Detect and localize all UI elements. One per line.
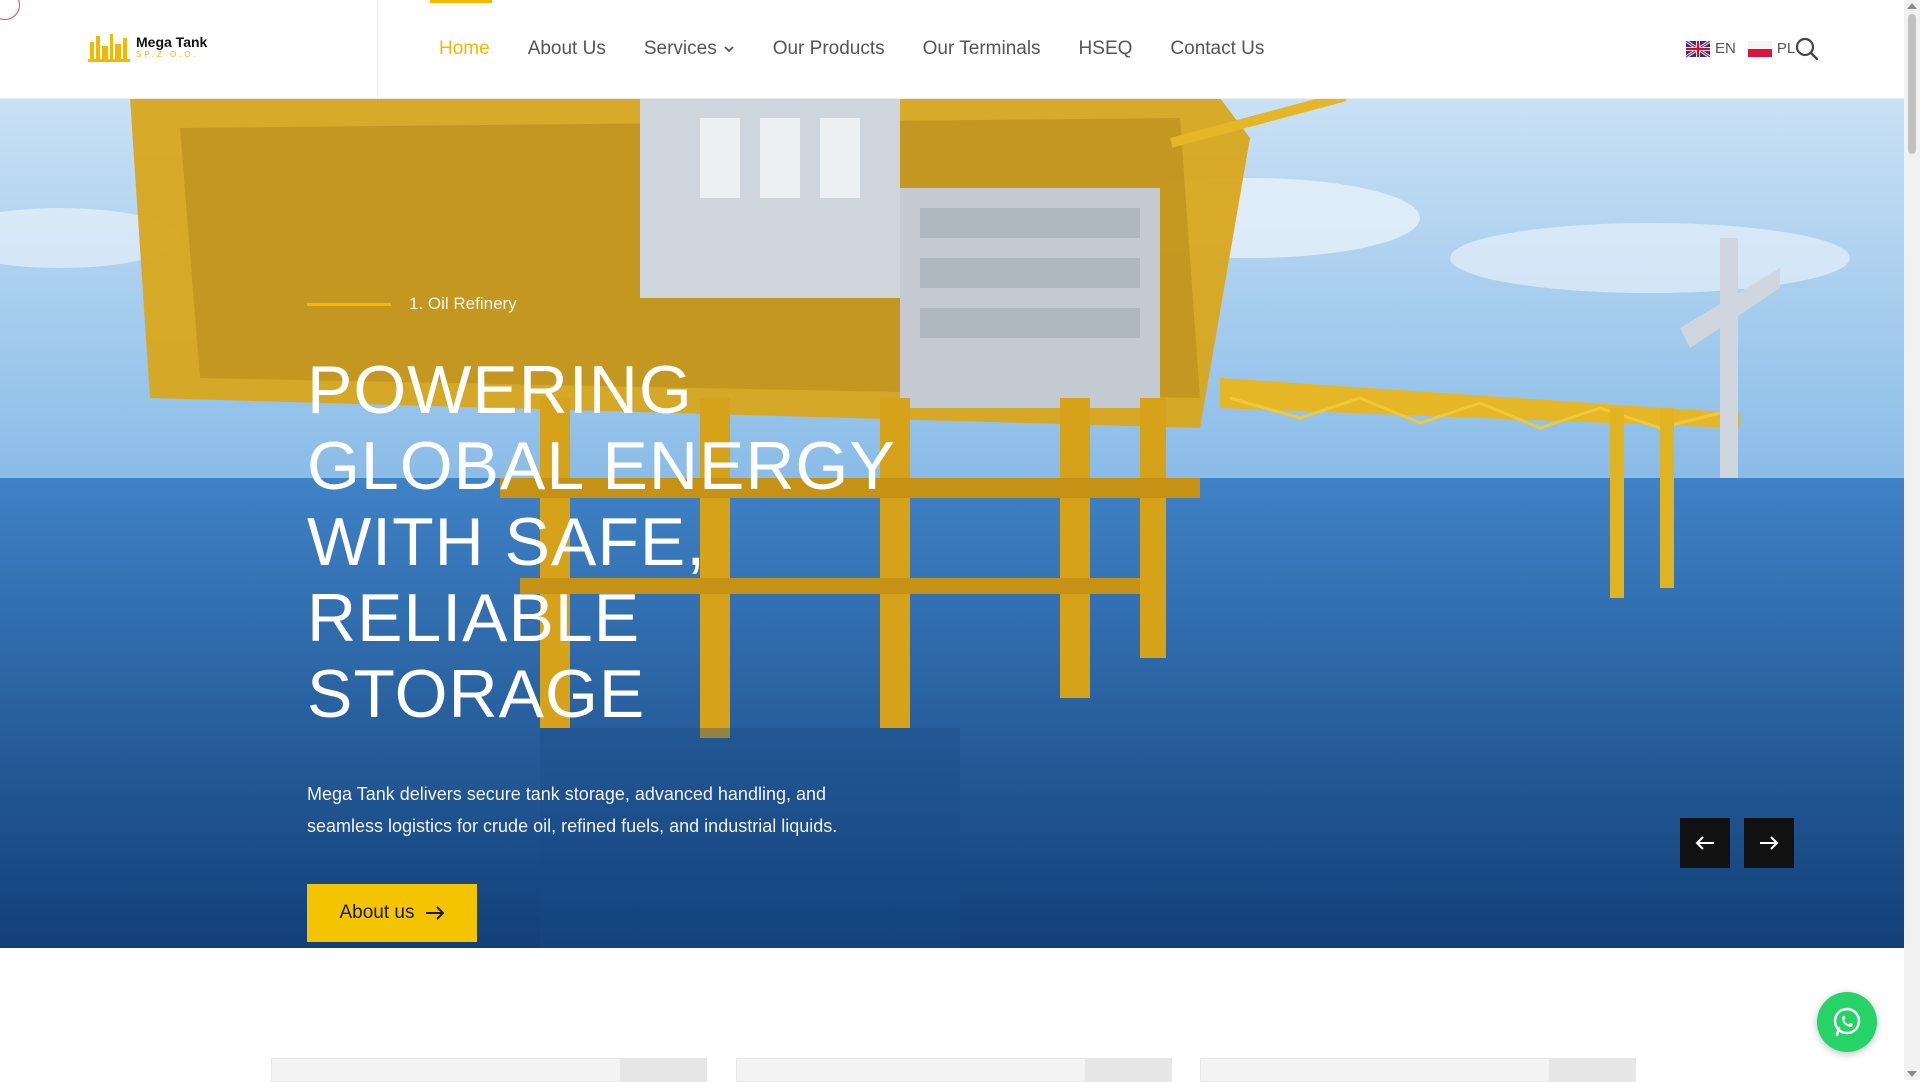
lang-pl-label: PL [1776,40,1796,57]
nav-item-about-us[interactable]: About Us [528,0,606,98]
arrow-right-icon [1760,836,1779,850]
nav-label: HSEQ [1078,38,1133,59]
logo-subtitle: SP.Z O.O. [136,50,199,59]
logo-container: Mega Tank SP.Z O.O. [0,0,378,98]
arrow-right-icon [425,905,444,920]
arrow-left-icon [1695,836,1714,850]
slider-prev-button[interactable] [1680,818,1730,868]
logo[interactable]: Mega Tank SP.Z O.O. [88,32,207,62]
scroll-down-arrow[interactable] [1907,1071,1917,1077]
service-card[interactable] [1200,1058,1636,1082]
card-icon-area [1085,1059,1171,1081]
cta-label: About us [339,901,415,923]
refinery-logo-icon [88,34,130,62]
logo-name: Mega Tank [136,34,208,50]
lang-en[interactable]: EN [1686,40,1736,57]
hero-slider: 1. Oil Refinery POWERING GLOBAL ENERGY W… [0,98,1904,948]
nav-item-contact-us[interactable]: Contact Us [1170,0,1264,98]
service-card[interactable] [271,1058,707,1082]
lang-en-label: EN [1715,40,1736,57]
nav-label: Contact Us [1170,38,1265,59]
hero-title: POWERING GLOBAL ENERGY WITH SAFE, RELIAB… [307,352,895,732]
nav-item-hseq[interactable]: HSEQ [1079,0,1133,98]
page-scrollbar[interactable] [1904,0,1920,1080]
about-us-button[interactable]: About us [307,883,477,942]
kicker-text: 1. Oil Refinery [409,294,517,313]
site-header: Mega Tank SP.Z O.O. Home About Us Servic… [0,0,1904,99]
search-icon[interactable] [1794,36,1820,62]
nav-label: Our Products [772,38,885,59]
uk-flag-icon [1686,40,1710,57]
language-switcher: EN PL [1686,40,1795,57]
hero-content: 1. Oil Refinery POWERING GLOBAL ENERGY W… [307,294,1007,942]
nav-item-our-products[interactable]: Our Products [773,0,885,98]
kicker-line [307,302,391,306]
slider-next-button[interactable] [1744,818,1794,868]
nav-item-our-terminals[interactable]: Our Terminals [923,0,1041,98]
hero-description: Mega Tank delivers secure tank storage, … [307,783,838,836]
scroll-thumb[interactable] [1908,14,1916,154]
nav-item-home[interactable]: Home [430,0,492,98]
card-icon-area [1549,1059,1635,1081]
chevron-down-icon [724,46,734,53]
nav-label: Home [439,38,490,59]
whatsapp-button[interactable] [1817,992,1877,1052]
whatsapp-icon [1833,1007,1861,1037]
nav-label: About Us [527,38,606,59]
scroll-up-arrow[interactable] [1907,3,1917,9]
slide-kicker: 1. Oil Refinery [307,294,1007,314]
nav-item-services[interactable]: Services [644,0,735,98]
nav-label: Our Terminals [922,38,1041,59]
card-icon-area [620,1059,706,1081]
pl-flag-icon [1747,40,1772,57]
main-nav: Home About Us Services Our Products Our … [420,0,1283,98]
service-card[interactable] [736,1058,1172,1082]
nav-label: Services [643,38,717,59]
lang-pl[interactable]: PL [1747,40,1796,57]
